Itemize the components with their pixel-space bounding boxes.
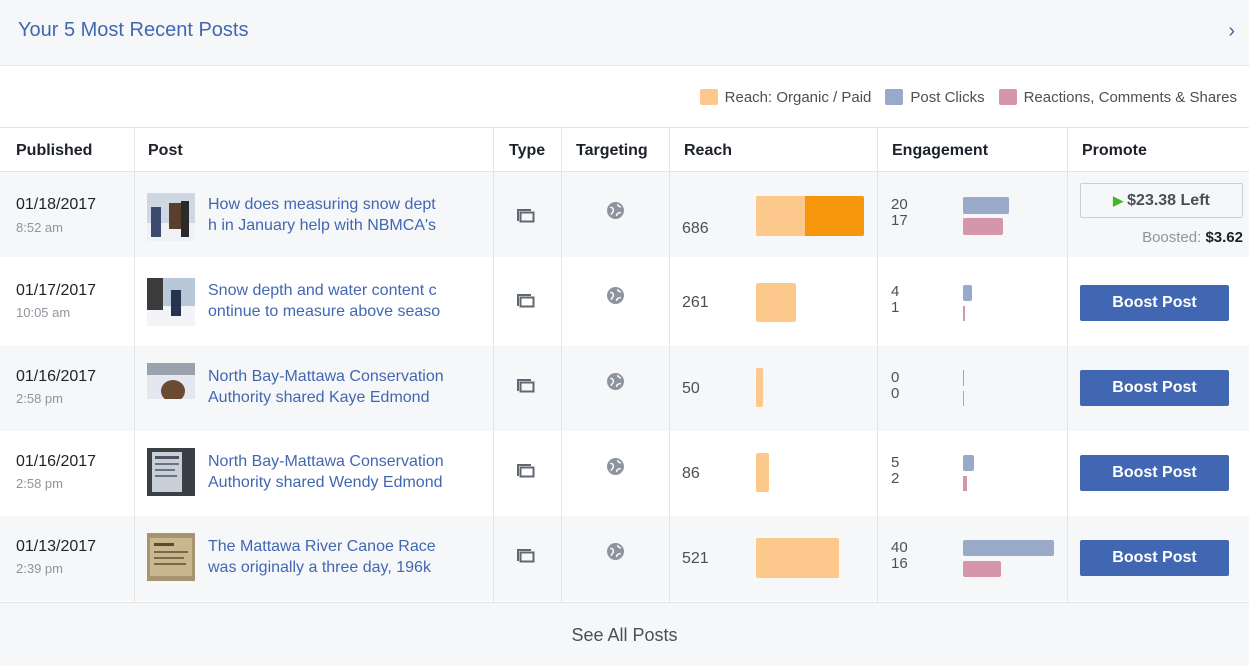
legend-item-clicks: Post Clicks — [885, 88, 985, 106]
column-promote: Promote — [1082, 142, 1147, 159]
reactions-bar — [963, 218, 1003, 235]
reach-bar-paid — [805, 196, 864, 236]
post-text[interactable]: Snow depth and water content c ontinue to… — [208, 280, 483, 322]
budget-left-button[interactable]: ▶ $23.38 Left — [1080, 183, 1243, 218]
chart-legend: Reach: Organic / Paid Post Clicks Reacti… — [686, 87, 1237, 107]
post-date: 01/16/2017 — [16, 368, 97, 385]
reach-count: 686 — [682, 220, 709, 237]
column-published: Published — [16, 142, 93, 159]
post-thumbnail[interactable] — [147, 533, 195, 581]
post-date: 01/13/2017 — [16, 538, 97, 555]
post-time: 2:58 pm — [16, 391, 63, 406]
clicks-bar — [963, 370, 964, 386]
legend-label: Post Clicks — [910, 88, 985, 106]
shared-post-icon — [517, 209, 535, 223]
post-clicks-count: 20 — [891, 196, 908, 213]
shared-post-icon — [517, 379, 535, 393]
post-text[interactable]: How does measuring snow dept h in January… — [208, 194, 483, 236]
post-thumbnail[interactable] — [147, 193, 195, 241]
reactions-count: 0 — [891, 385, 900, 402]
column-engagement: Engagement — [892, 142, 989, 159]
legend-label: Reach: Organic / Paid — [724, 88, 872, 106]
shared-post-icon — [517, 294, 535, 308]
post-clicks-count: 0 — [891, 369, 900, 386]
boosted-amount: Boosted: $3.62 — [1142, 229, 1243, 246]
boost-post-button[interactable]: Boost Post — [1080, 370, 1229, 406]
reactions-count: 1 — [891, 299, 900, 316]
legend-item-reach: Reach: Organic / Paid — [699, 88, 872, 106]
reach-bar-organic — [756, 283, 796, 322]
post-text[interactable]: The Mattawa River Canoe Race was original… — [208, 536, 483, 578]
globe-icon — [607, 202, 624, 219]
reach-bar-organic — [756, 196, 805, 236]
reactions-bar — [963, 476, 967, 491]
post-time: 2:39 pm — [16, 561, 63, 576]
legend-item-reactions: Reactions, Comments & Shares — [998, 88, 1237, 106]
reach-count: 50 — [682, 380, 700, 397]
post-clicks-count: 4 — [891, 283, 900, 300]
clicks-bar — [963, 285, 972, 301]
card-title[interactable]: Your 5 Most Recent Posts — [18, 19, 249, 42]
boost-post-button[interactable]: Boost Post — [1080, 285, 1229, 321]
chevron-right-icon[interactable]: › — [1228, 20, 1235, 43]
globe-icon — [607, 458, 624, 475]
reach-count: 521 — [682, 550, 709, 567]
clicks-bar — [963, 455, 974, 471]
post-date: 01/16/2017 — [16, 453, 97, 470]
globe-icon — [607, 543, 624, 560]
legend-swatch-clicks — [885, 89, 904, 105]
legend-swatch-reach — [699, 89, 718, 105]
reach-bar-organic — [756, 368, 763, 407]
boost-post-button[interactable]: Boost Post — [1080, 455, 1229, 491]
card-header: Your 5 Most Recent Posts › — [0, 0, 1249, 66]
reach-count: 86 — [682, 465, 700, 482]
reactions-bar — [963, 561, 1001, 577]
reactions-bar — [963, 306, 965, 321]
legend-swatch-reactions — [998, 89, 1017, 105]
reactions-bar — [963, 391, 964, 406]
see-all-posts-link[interactable]: See All Posts — [0, 602, 1249, 666]
legend-label: Reactions, Comments & Shares — [1023, 88, 1237, 106]
column-targeting: Targeting — [576, 142, 648, 159]
globe-icon — [607, 287, 624, 304]
clicks-bar — [963, 540, 1054, 556]
reach-count: 261 — [682, 294, 709, 311]
post-time: 10:05 am — [16, 305, 71, 320]
post-thumbnail[interactable] — [147, 363, 195, 411]
boost-post-button[interactable]: Boost Post — [1080, 540, 1229, 576]
post-clicks-count: 5 — [891, 454, 900, 471]
post-date: 01/17/2017 — [16, 282, 97, 299]
column-post: Post — [148, 142, 183, 159]
reactions-count: 17 — [891, 212, 908, 229]
reach-bar-organic — [756, 453, 769, 492]
shared-post-icon — [517, 464, 535, 478]
post-time: 2:58 pm — [16, 476, 63, 491]
shared-post-icon — [517, 549, 535, 563]
clicks-bar — [963, 197, 1009, 214]
column-reach: Reach — [684, 142, 733, 159]
post-text[interactable]: North Bay-Mattawa Conservation Authority … — [208, 451, 483, 493]
reactions-count: 2 — [891, 470, 900, 487]
column-type: Type — [509, 142, 546, 159]
post-time: 8:52 am — [16, 220, 63, 235]
reach-bar-organic — [756, 538, 839, 578]
play-icon: ▶ — [1113, 193, 1124, 208]
reactions-count: 16 — [891, 555, 908, 572]
globe-icon — [607, 373, 624, 390]
table-header: Published Post Type Targeting Reach Enga… — [0, 127, 1249, 172]
post-clicks-count: 40 — [891, 539, 908, 556]
post-thumbnail[interactable] — [147, 278, 195, 326]
post-thumbnail[interactable] — [147, 448, 195, 496]
post-text[interactable]: North Bay-Mattawa Conservation Authority … — [208, 366, 483, 408]
post-date: 01/18/2017 — [16, 196, 97, 213]
